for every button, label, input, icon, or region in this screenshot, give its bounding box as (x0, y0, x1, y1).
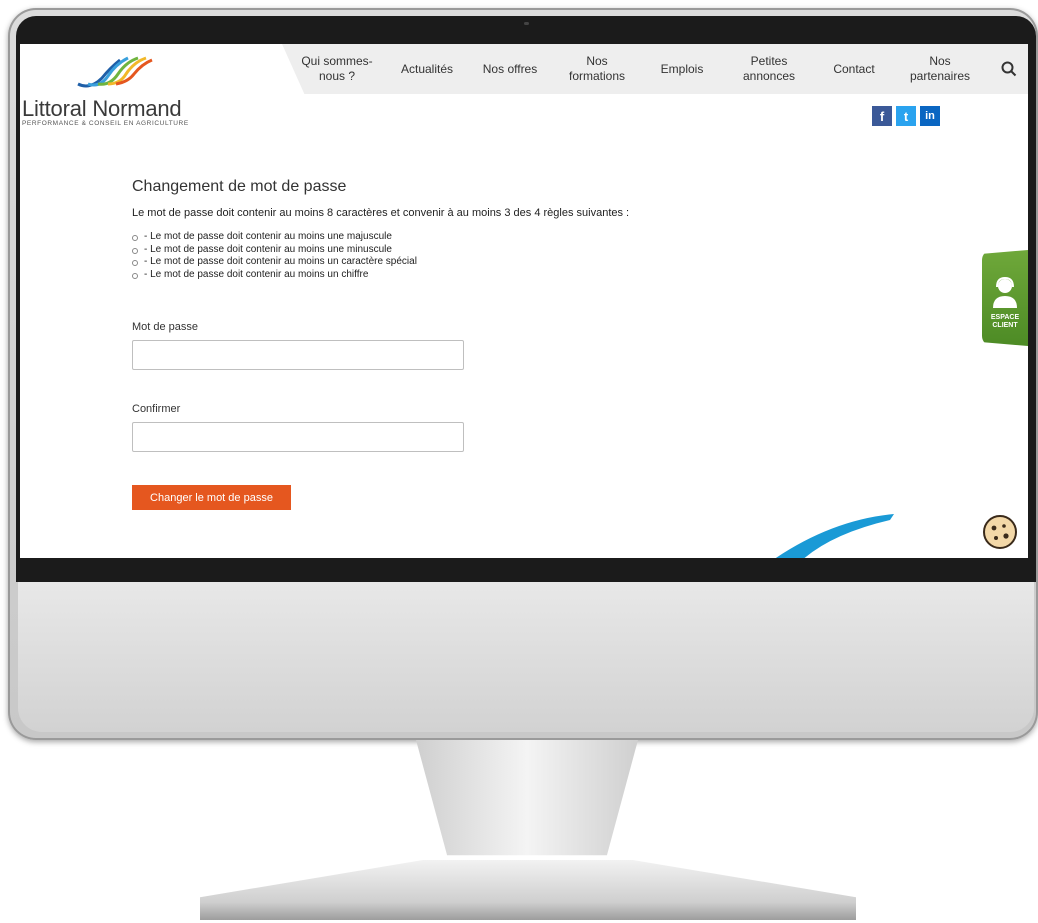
logo-swoosh-icon (77, 56, 153, 88)
user-headset-icon (993, 276, 1017, 308)
espace-client-line1: ESPACE (990, 314, 1020, 321)
nav-label: partenaires (909, 69, 971, 83)
password-rules: - Le mot de passe doit contenir au moins… (132, 231, 417, 281)
nav-label: Qui sommes- (301, 54, 373, 68)
nav-label: Nos (586, 54, 608, 68)
brand-logo[interactable]: Littoral Normand PERFORMANCE & CONSEIL E… (20, 52, 220, 132)
rule-item: - Le mot de passe doit contenir au moins… (132, 256, 417, 269)
nav-label: Nos (929, 54, 951, 68)
nav-label: Actualités (400, 61, 454, 76)
change-password-button[interactable]: Changer le mot de passe (132, 485, 291, 510)
linkedin-icon[interactable]: in (920, 106, 940, 126)
password-field[interactable] (132, 340, 464, 370)
nav-label: Emplois (660, 61, 704, 76)
rule-item: - Le mot de passe doit contenir au moins… (132, 269, 417, 282)
nav-item-emplois[interactable]: Emplois (652, 44, 712, 94)
nav-label: formations (568, 69, 626, 83)
nav-item-petites-annonces[interactable]: Petites annonces (734, 44, 804, 94)
nav-item-nos-offres[interactable]: Nos offres (474, 44, 546, 94)
nav-item-actualites[interactable]: Actualités (392, 44, 462, 94)
search-icon[interactable] (1000, 60, 1018, 78)
nav-label: nous ? (318, 69, 356, 83)
brand-name: Littoral Normand (22, 96, 182, 121)
brand-tagline: PERFORMANCE & CONSEIL EN AGRICULTURE (22, 120, 189, 127)
espace-client-tab[interactable]: ESPACE CLIENT (982, 250, 1028, 346)
twitter-icon[interactable]: t (896, 106, 916, 126)
nav-item-nos-partenaires[interactable]: Nos partenaires (902, 44, 978, 94)
nav-item-qui-sommes-nous[interactable]: Qui sommes-nous ? (300, 44, 374, 94)
nav-item-nos-formations[interactable]: Nos formations (560, 44, 634, 94)
confirm-password-field[interactable] (132, 422, 464, 452)
rule-item: - Le mot de passe doit contenir au moins… (132, 231, 417, 244)
nav-item-contact[interactable]: Contact (824, 44, 884, 94)
social-links: f t in (872, 106, 940, 126)
camera-icon (524, 22, 529, 25)
nav-label: annonces (742, 69, 796, 83)
password-intro: Le mot de passe doit contenir au moins 8… (132, 207, 630, 219)
nav-label: Nos offres (482, 61, 538, 76)
espace-client-label: ESPACE CLIENT (982, 314, 1028, 330)
rule-item: - Le mot de passe doit contenir au moins… (132, 244, 417, 257)
espace-client-line2: CLIENT (992, 322, 1018, 329)
nav-label: Petites (750, 54, 788, 68)
cookie-icon[interactable] (982, 514, 1018, 550)
confirm-label: Confirmer (132, 403, 181, 415)
monitor-chin (18, 582, 1034, 732)
password-label: Mot de passe (132, 321, 199, 333)
page-title: Changement de mot de passe (132, 178, 347, 195)
nav-label: Contact (833, 61, 875, 76)
monitor-base (200, 860, 856, 920)
screen: Littoral Normand PERFORMANCE & CONSEIL E… (20, 44, 1028, 558)
facebook-icon[interactable]: f (872, 106, 892, 126)
decorative-swoosh (775, 514, 894, 558)
